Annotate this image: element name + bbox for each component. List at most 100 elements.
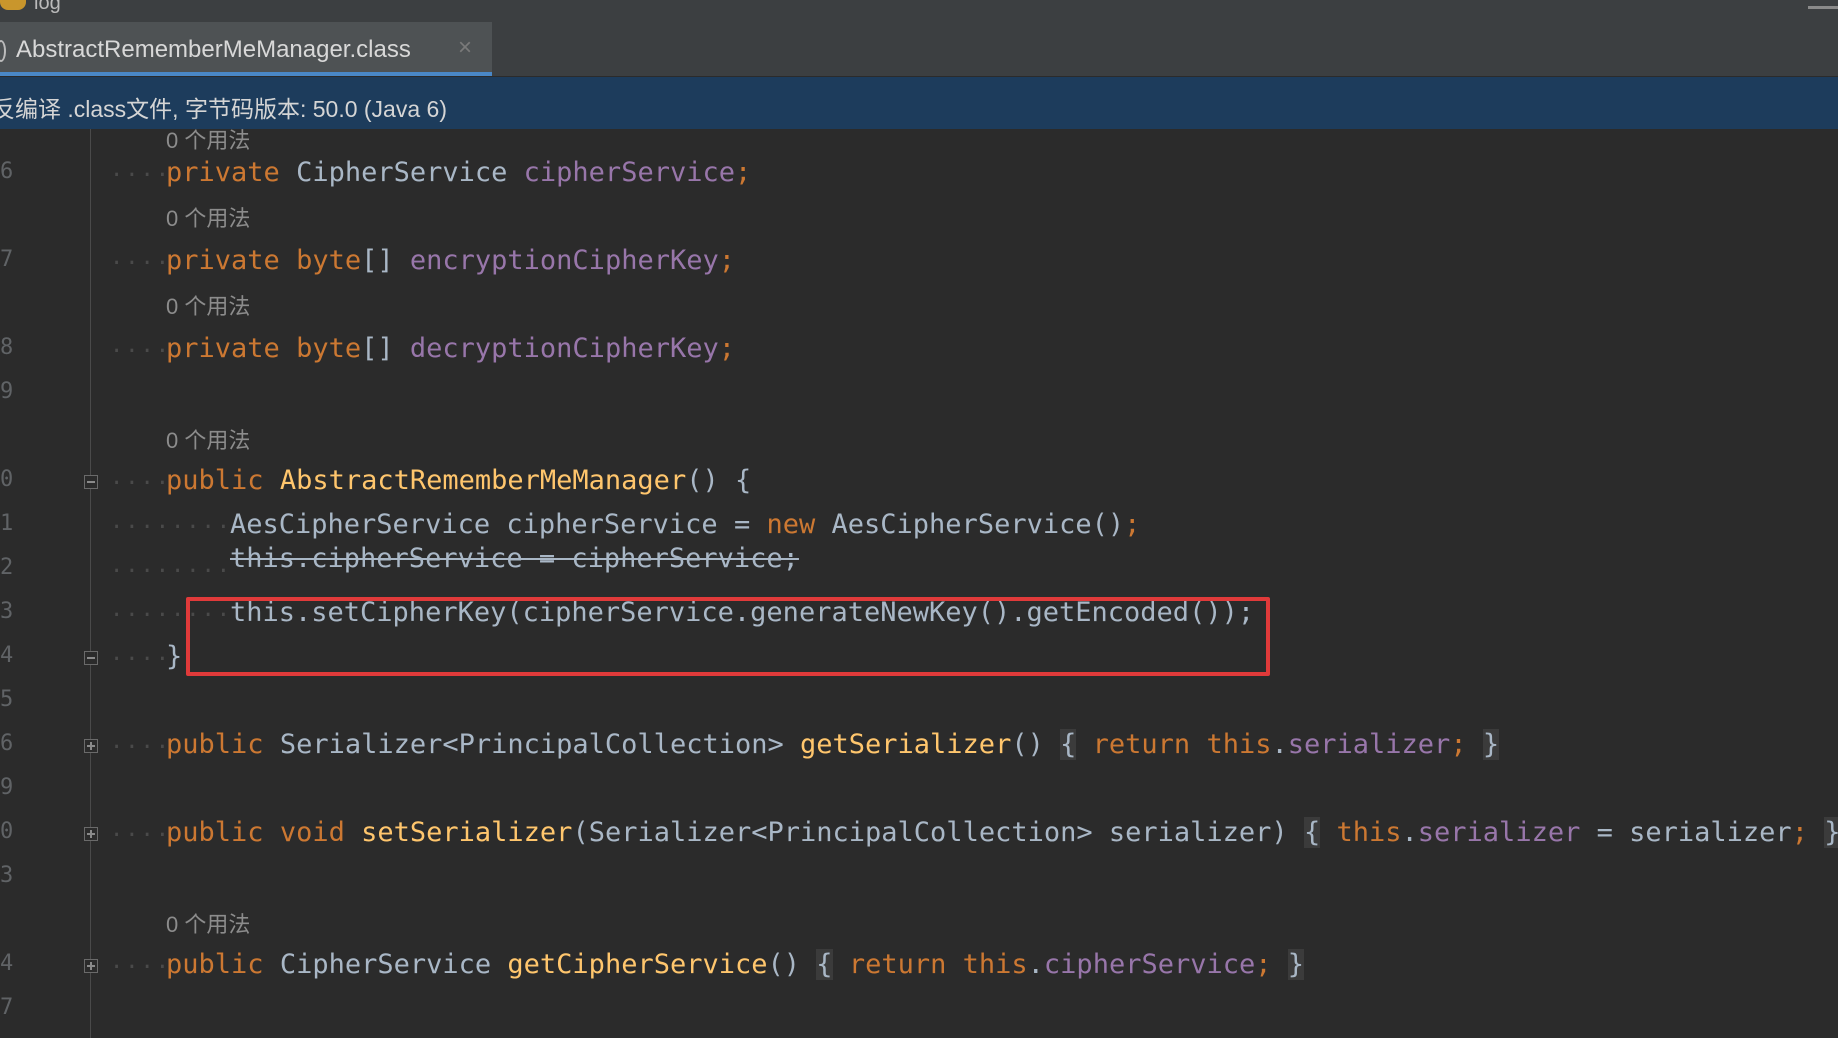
code-line: 4 ···· public CipherService getCipherSer… bbox=[0, 945, 1838, 985]
field-name: cipherService bbox=[1043, 949, 1256, 980]
line-number: 3 bbox=[0, 599, 14, 624]
line-number: 1 bbox=[0, 511, 14, 536]
fold-expand-icon[interactable] bbox=[84, 739, 98, 753]
keyword: byte bbox=[296, 245, 362, 276]
code-line: 9 bbox=[0, 373, 1838, 413]
indent-guide: ···· bbox=[110, 163, 171, 188]
keyword: public bbox=[166, 817, 264, 848]
field-name: encryptionCipherKey bbox=[409, 245, 719, 276]
code-text: public Serializer<PrincipalCollection> g… bbox=[166, 729, 1500, 760]
usage-hint-row: 0 个用法 bbox=[0, 415, 1838, 455]
code-text: } bbox=[166, 641, 183, 672]
indent-guide: ···· bbox=[110, 735, 171, 760]
type-name: AesCipherService bbox=[230, 509, 491, 540]
red-highlight-annotation bbox=[186, 597, 1270, 676]
keyword: private bbox=[166, 157, 280, 188]
keyword: void bbox=[279, 817, 345, 848]
code-text: AesCipherService cipherService = new Aes… bbox=[230, 509, 1141, 540]
indent-guide: ···· bbox=[110, 955, 171, 980]
line-number: 4 bbox=[0, 643, 14, 668]
fold-expand-icon[interactable] bbox=[84, 959, 98, 973]
fold-expand-icon[interactable] bbox=[84, 827, 98, 841]
usage-hint[interactable]: 0 个用法 bbox=[166, 423, 250, 455]
line-number: 9 bbox=[0, 379, 14, 404]
line-number: 7 bbox=[0, 247, 14, 272]
indent-guide: ···· bbox=[110, 823, 171, 848]
line-number: 4 bbox=[0, 951, 14, 976]
line-number: 2 bbox=[0, 555, 14, 580]
type-name: AesCipherService bbox=[831, 509, 1092, 540]
usage-hint-row: 0 个用法 bbox=[0, 899, 1838, 939]
line-number: 3 bbox=[0, 863, 14, 888]
method-name: setSerializer bbox=[361, 817, 573, 848]
keyword: byte bbox=[296, 333, 362, 364]
indent-guide: ········ bbox=[110, 515, 232, 540]
line-number: 7 bbox=[0, 995, 14, 1020]
code-editor[interactable]: 0 个用法 6 ···· private CipherService ciphe… bbox=[0, 128, 1838, 1038]
project-name: log bbox=[34, 0, 61, 14]
variable-name: serializer bbox=[1629, 817, 1792, 848]
close-icon[interactable]: × bbox=[458, 34, 472, 62]
fold-collapse-icon[interactable] bbox=[84, 651, 98, 665]
code-line: 6 ···· private CipherService cipherServi… bbox=[0, 153, 1838, 193]
line-number: 5 bbox=[0, 687, 14, 712]
keyword: public bbox=[166, 465, 264, 496]
tab-abstract-remember-me-manager[interactable]: AbstractRememberMeManager.class × bbox=[0, 22, 492, 76]
method-name: getSerializer bbox=[800, 729, 1012, 760]
code-line: 0 ···· public void setSerializer(Seriali… bbox=[0, 813, 1838, 853]
code-text: private byte[] encryptionCipherKey; bbox=[166, 245, 735, 276]
line-number: 8 bbox=[0, 335, 14, 360]
usage-hint[interactable]: 0 个用法 bbox=[166, 289, 250, 321]
method-name: AbstractRememberMeManager bbox=[279, 465, 687, 496]
code-line: 0 ···· public AbstractRememberMeManager(… bbox=[0, 461, 1838, 501]
title-bar: log bbox=[0, 0, 1838, 23]
keyword: this bbox=[1336, 817, 1402, 848]
usage-hint[interactable]: 0 个用法 bbox=[166, 123, 250, 155]
code-text: public void setSerializer(Serializer<Pri… bbox=[166, 817, 1838, 848]
keyword: this bbox=[1206, 729, 1272, 760]
indent-guide: ········ bbox=[110, 559, 232, 584]
line-number: 9 bbox=[0, 775, 14, 800]
indent-guide: ···· bbox=[110, 647, 171, 672]
tab-label: AbstractRememberMeManager.class bbox=[16, 36, 411, 63]
keyword: new bbox=[766, 509, 816, 540]
method-name: getCipherService bbox=[507, 949, 768, 980]
minimize-icon[interactable] bbox=[1808, 0, 1838, 9]
keyword: public bbox=[166, 729, 264, 760]
code-text: public CipherService getCipherService() … bbox=[166, 949, 1305, 980]
usage-hint-row: 0 个用法 bbox=[0, 115, 1838, 155]
indent-guide: ···· bbox=[110, 251, 171, 276]
keyword: private bbox=[166, 333, 280, 364]
field-name: cipherService bbox=[523, 157, 735, 188]
type-name: CipherService bbox=[296, 157, 508, 188]
line-number: 6 bbox=[0, 731, 14, 756]
indent-guide: ···· bbox=[110, 471, 171, 496]
parameter-list: (Serializer<PrincipalCollection> seriali… bbox=[572, 817, 1288, 848]
field-name: serializer bbox=[1417, 817, 1581, 848]
line-number: 0 bbox=[0, 819, 14, 844]
code-line: 6 ···· public Serializer<PrincipalCollec… bbox=[0, 725, 1838, 765]
code-line: 7 ···· private byte[] encryptionCipherKe… bbox=[0, 241, 1838, 281]
code-line: 8 ···· private byte[] decryptionCipherKe… bbox=[0, 329, 1838, 369]
code-text: private CipherService cipherService; bbox=[166, 157, 752, 188]
type-name: Serializer<PrincipalCollection> bbox=[279, 729, 784, 760]
code-line: 3 bbox=[0, 857, 1838, 897]
fold-collapse-icon[interactable] bbox=[84, 475, 98, 489]
keyword: return bbox=[848, 949, 947, 980]
code-text: public AbstractRememberMeManager() { bbox=[166, 465, 752, 496]
code-line: 9 bbox=[0, 769, 1838, 809]
field-name: decryptionCipherKey bbox=[409, 333, 719, 364]
code-line: 7 bbox=[0, 989, 1838, 1029]
code-text: private byte[] decryptionCipherKey; bbox=[166, 333, 735, 364]
usage-hint-row: 0 个用法 bbox=[0, 281, 1838, 321]
editor-tab-bar: AbstractRememberMeManager.class × bbox=[0, 22, 1838, 77]
keyword: public bbox=[166, 949, 264, 980]
code-text: this.cipherService = cipherService; bbox=[230, 543, 799, 574]
type-name: CipherService bbox=[279, 949, 492, 980]
keyword: this bbox=[962, 949, 1028, 980]
usage-hint[interactable]: 0 个用法 bbox=[166, 201, 250, 233]
project-icon bbox=[0, 0, 26, 10]
keyword: return bbox=[1092, 729, 1191, 760]
indent-guide: ···· bbox=[110, 339, 171, 364]
usage-hint[interactable]: 0 个用法 bbox=[166, 907, 250, 939]
